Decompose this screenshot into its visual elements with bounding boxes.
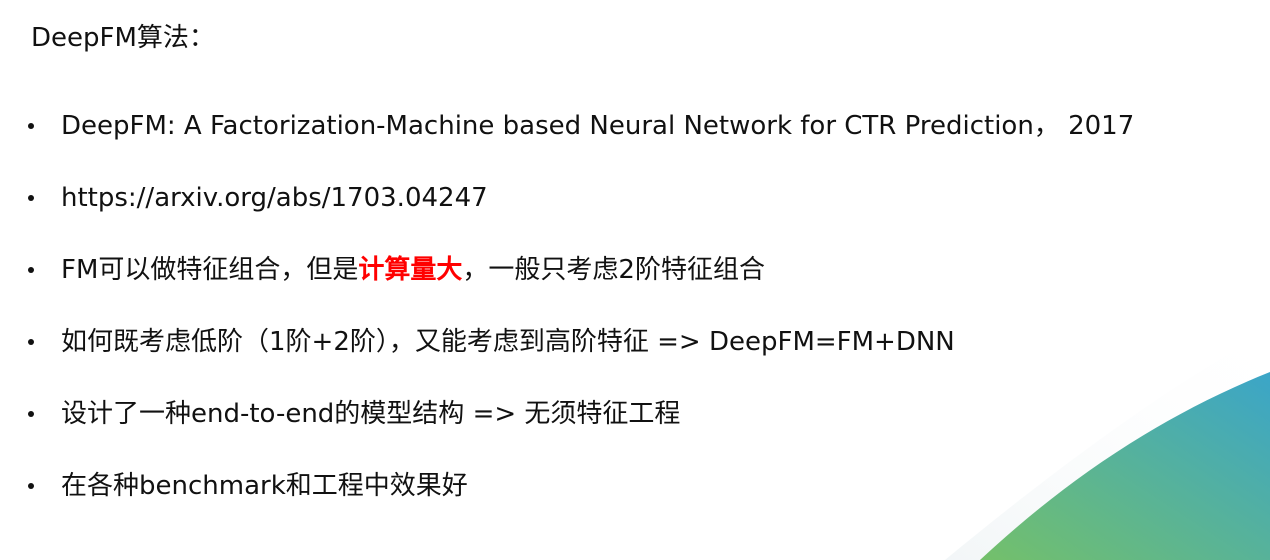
bullet-text: DeepFM: A Factorization-Machine based Ne… <box>61 111 1135 141</box>
bullet-dot-icon <box>28 339 34 345</box>
bullet-dot-icon <box>28 123 34 129</box>
bullet-text: 在各种benchmark和工程中效果好 <box>61 471 468 501</box>
bullet-item-paper-title: DeepFM: A Factorization-Machine based Ne… <box>28 90 1134 162</box>
bullet-item-arxiv-link: https://arxiv.org/abs/1703.04247 <box>28 162 1134 234</box>
corner-gradient-decoration <box>945 330 1270 560</box>
slide-title: DeepFM算法： <box>31 23 215 53</box>
bullet-dot-icon <box>28 267 34 273</box>
bullet-text: 如何既考虑低阶（1阶+2阶），又能考虑到高阶特征 => DeepFM=FM+DN… <box>61 327 955 357</box>
corner-gradient-shape <box>980 372 1270 560</box>
bullet-text: 设计了一种end-to-end的模型结构 => 无须特征工程 <box>61 399 681 429</box>
bullet-link-text: https://arxiv.org/abs/1703.04247 <box>61 183 488 213</box>
bullet-text-after-highlight: ，一般只考虑2阶特征组合 <box>462 255 765 285</box>
slide: DeepFM算法： DeepFM: A Factorization-Machin… <box>0 0 1270 560</box>
highlighted-text: 计算量大 <box>358 255 463 285</box>
bullet-text: FM可以做特征组合，但是计算量大，一般只考虑2阶特征组合 <box>61 252 765 288</box>
bullet-dot-icon <box>28 483 34 489</box>
bullet-text-before-highlight: FM可以做特征组合，但是 <box>61 255 359 285</box>
bullet-dot-icon <box>28 195 34 201</box>
bullet-dot-icon <box>28 411 34 417</box>
